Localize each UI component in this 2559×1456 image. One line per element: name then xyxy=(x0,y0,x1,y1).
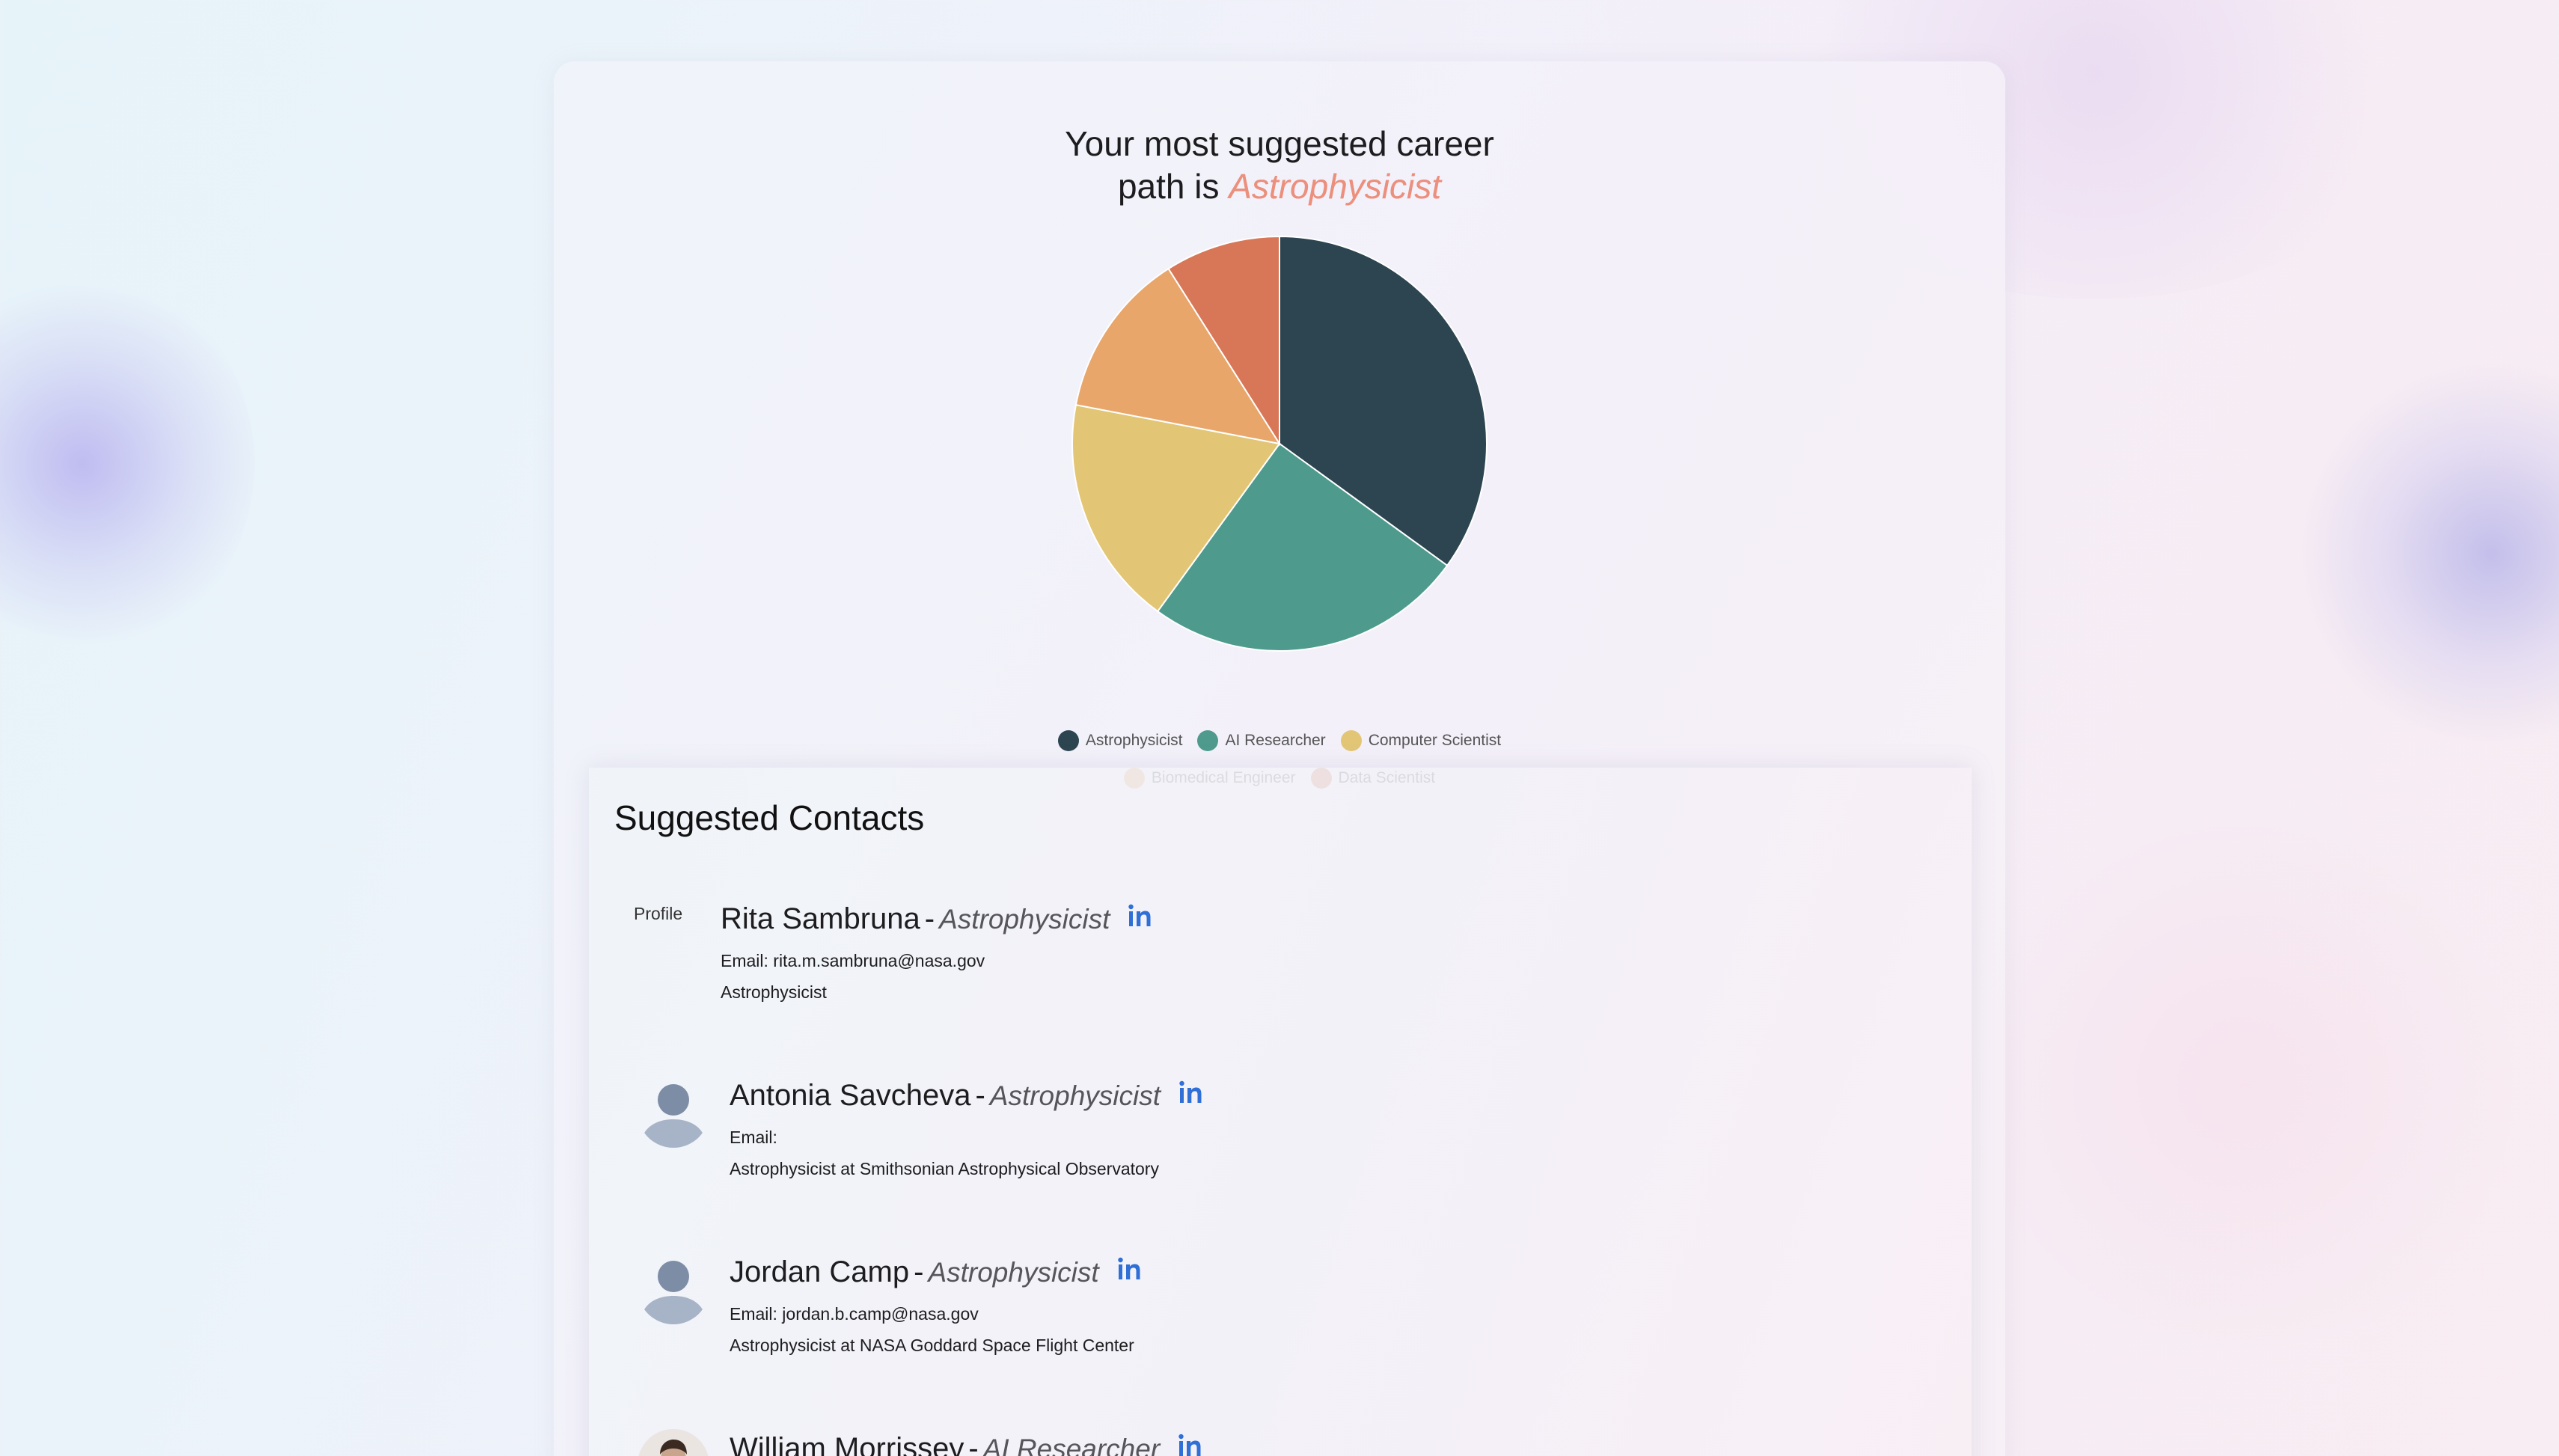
contact-header: Rita Sambruna - Astrophysicist xyxy=(721,901,1153,938)
contact-name: William Morrissey xyxy=(730,1432,964,1456)
contact-email: Email: jordan.b.camp@nasa.gov xyxy=(730,1304,979,1324)
linkedin-icon[interactable] xyxy=(1178,1430,1203,1456)
contact-role: Astrophysicist xyxy=(989,1080,1161,1111)
legend-item-computer-scientist[interactable]: Computer Scientist xyxy=(1340,730,1502,751)
contact-email: Email: rita.m.sambruna@nasa.gov xyxy=(721,951,985,970)
career-pie-chart xyxy=(1071,235,1488,652)
linkedin-icon[interactable] xyxy=(1128,900,1153,936)
name-separator: - xyxy=(968,1432,979,1456)
legend-swatch xyxy=(1057,730,1079,751)
legend-swatch xyxy=(1340,730,1362,751)
contact-header: Jordan Camp - Astrophysicist xyxy=(730,1254,1143,1291)
legend-label: Astrophysicist xyxy=(1085,732,1183,749)
contact-name: Antonia Savcheva xyxy=(730,1079,971,1112)
contact-email: Email: xyxy=(730,1128,777,1147)
contact-name: Rita Sambruna xyxy=(721,902,920,935)
name-separator: - xyxy=(975,1079,985,1112)
linkedin-icon[interactable] xyxy=(1178,1077,1204,1113)
name-separator: - xyxy=(924,902,935,935)
contact-header: Antonia Savcheva - Astrophysicist xyxy=(730,1077,1204,1115)
contact-description: Astrophysicist xyxy=(721,982,827,1002)
results-card: Your most suggested career path is Astro… xyxy=(554,61,2005,1456)
background-glow-left xyxy=(0,269,254,658)
background-glow-right xyxy=(2297,359,2559,748)
chart-legend-row-1: Astrophysicist AI Researcher Computer Scie… xyxy=(554,730,2005,756)
suggested-contacts-panel: Suggested Contacts Profile Rita Sambruna… xyxy=(589,768,1972,1456)
legend-label: AI Researcher xyxy=(1225,732,1326,749)
contact-description: Astrophysicist at Smithsonian Astrophysi… xyxy=(730,1159,1159,1178)
background-glow-lower xyxy=(1945,823,2544,1347)
contact-header: William Morrissey - AI Researcher xyxy=(730,1431,1203,1456)
default-avatar-icon xyxy=(638,1076,709,1148)
profile-image-broken: Profile xyxy=(634,904,683,923)
contact-name: Jordan Camp xyxy=(730,1255,910,1288)
legend-item-astrophysicist[interactable]: Astrophysicist xyxy=(1057,730,1183,751)
legend-label: Computer Scientist xyxy=(1368,732,1502,749)
contact-photo xyxy=(638,1429,709,1456)
linkedin-icon[interactable] xyxy=(1117,1253,1143,1289)
default-avatar-icon xyxy=(638,1252,709,1324)
contact-role: Astrophysicist xyxy=(939,904,1110,935)
legend-swatch xyxy=(1197,730,1219,751)
name-separator: - xyxy=(914,1255,924,1288)
contact-description: Astrophysicist at NASA Goddard Space Fli… xyxy=(730,1336,1134,1355)
contact-role: Astrophysicist xyxy=(928,1257,1099,1288)
contact-role: AI Researcher xyxy=(982,1434,1161,1456)
legend-item-ai-researcher[interactable]: AI Researcher xyxy=(1197,730,1326,751)
suggested-contacts-heading: Suggested Contacts xyxy=(614,798,925,837)
